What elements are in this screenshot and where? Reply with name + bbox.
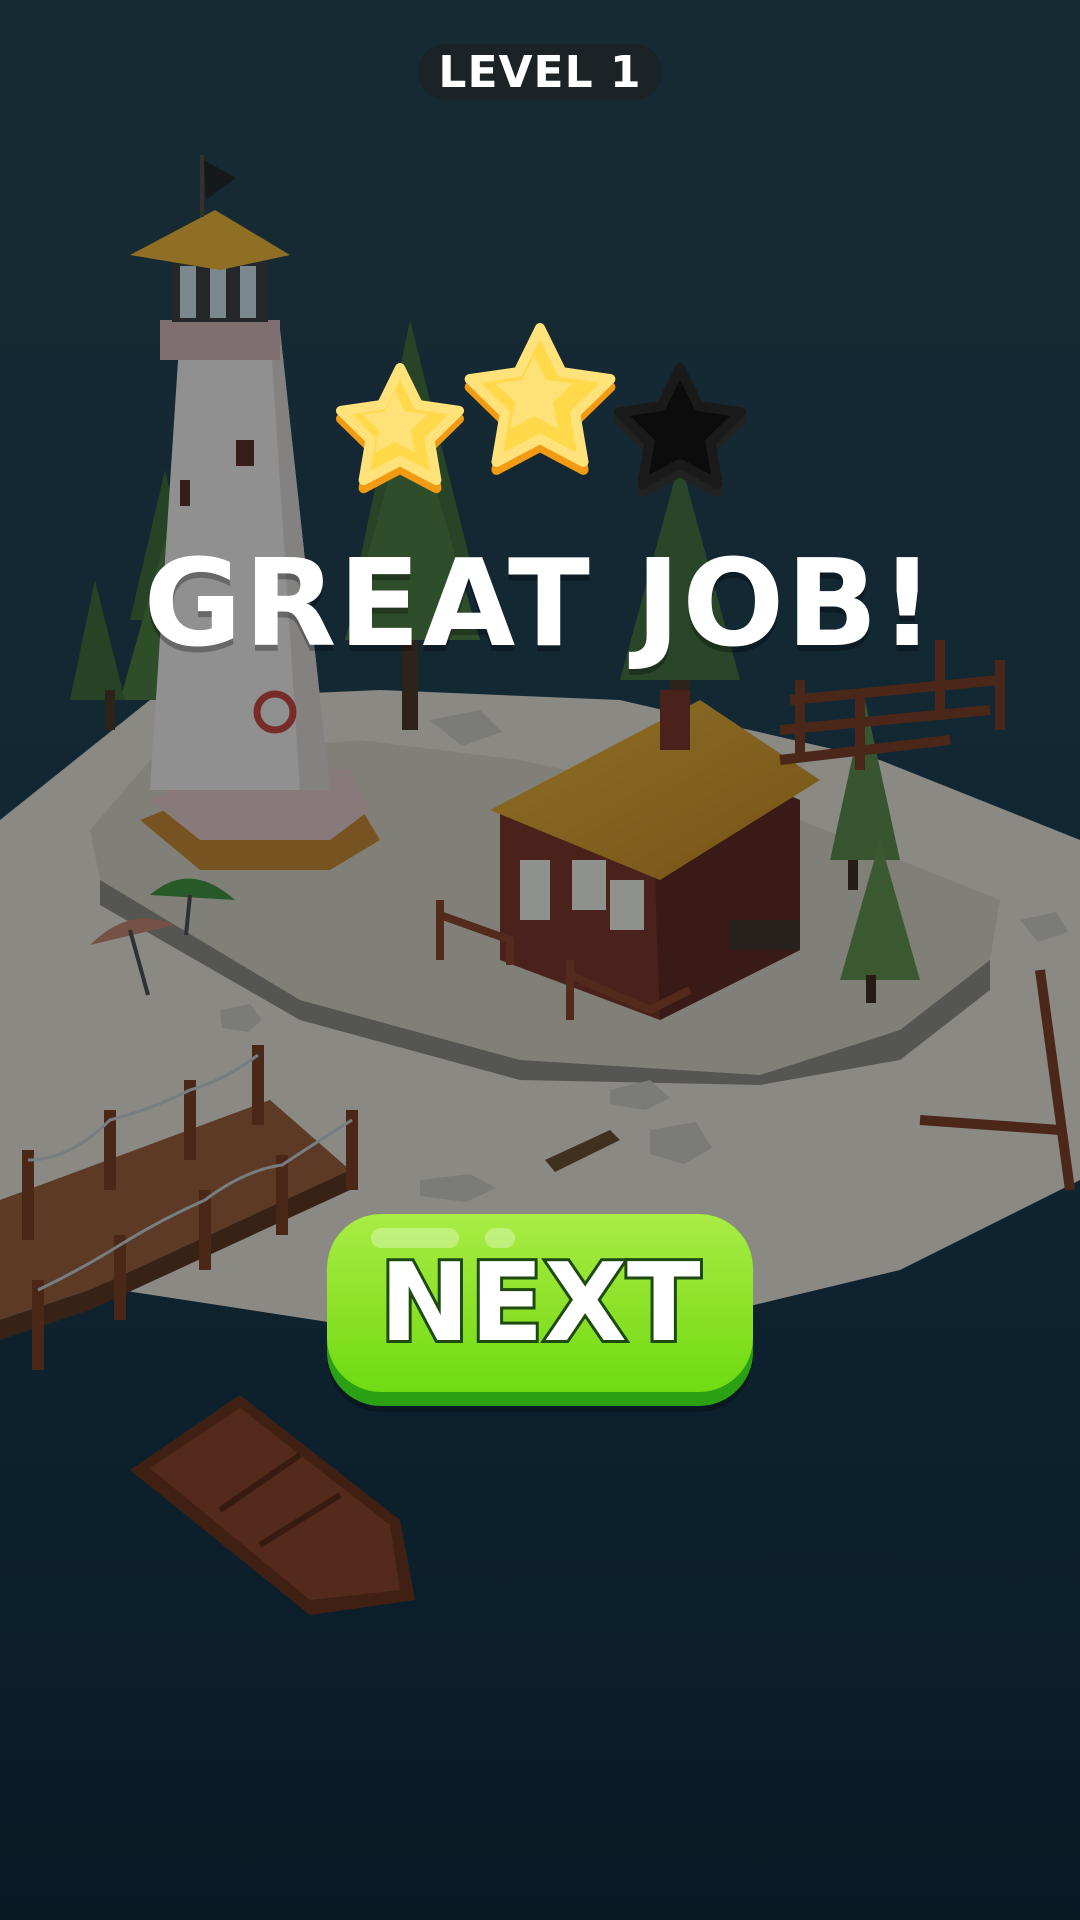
level-complete-screen: LEVEL 1 GREAT JOB! NEXT [0, 0, 1080, 1920]
island-scene-background [0, 0, 1080, 1920]
level-indicator: LEVEL 1 [418, 44, 662, 100]
next-button[interactable]: NEXT [327, 1214, 753, 1406]
star-rating [336, 323, 746, 497]
level-label: LEVEL 1 [438, 46, 642, 98]
star-empty-icon [614, 363, 746, 497]
star-filled-icon [336, 363, 464, 494]
great-job-headline: GREAT JOB! [143, 535, 937, 674]
next-button-face[interactable]: NEXT [327, 1214, 753, 1392]
next-button-label[interactable]: NEXT [327, 1241, 753, 1367]
star-filled-icon [464, 323, 616, 475]
